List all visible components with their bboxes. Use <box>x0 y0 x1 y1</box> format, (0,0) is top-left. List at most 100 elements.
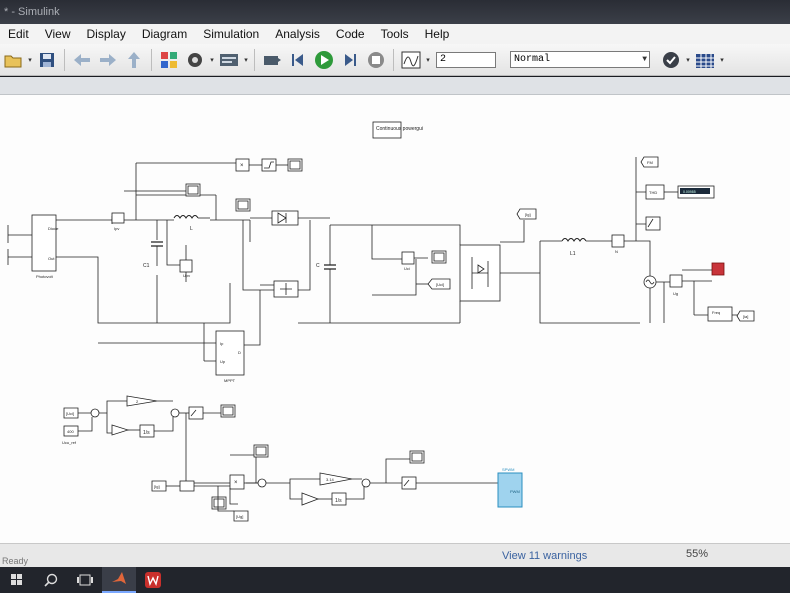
open-icon[interactable] <box>2 49 24 71</box>
menu-tools[interactable]: Tools <box>373 27 417 41</box>
uci-sensor-block[interactable]: Uci <box>401 251 415 271</box>
build-icon[interactable] <box>261 49 283 71</box>
scope-grid-red-block[interactable] <box>711 262 725 276</box>
grid-icon[interactable] <box>694 49 716 71</box>
wps-icon[interactable] <box>136 567 170 593</box>
goto-uci-block[interactable]: [Uci] <box>427 278 451 290</box>
step-forward-icon[interactable] <box>339 49 361 71</box>
thd-block[interactable]: THD <box>645 184 665 200</box>
matlab-icon[interactable] <box>102 567 136 593</box>
powergui-block[interactable]: Continuous powergui <box>372 121 423 139</box>
sum-1-block[interactable] <box>90 408 100 418</box>
search-icon[interactable] <box>34 567 68 593</box>
simulation-mode-select[interactable]: Normal ▼ <box>510 51 650 68</box>
sum-4-block[interactable] <box>361 478 371 488</box>
gain-pll-block[interactable] <box>179 480 195 492</box>
menu-edit[interactable]: Edit <box>0 27 37 41</box>
current-sensor-ig[interactable]: N <box>611 234 625 254</box>
save-icon[interactable] <box>36 49 58 71</box>
stop-icon[interactable] <box>365 49 387 71</box>
warnings-link[interactable]: View 11 warnings <box>502 550 587 562</box>
menu-display[interactable]: Display <box>78 27 133 41</box>
scope-ctrl-2-block[interactable] <box>253 444 269 458</box>
freq-block[interactable]: Freq <box>707 306 733 322</box>
gain-314-block[interactable]: 3.14 <box>319 472 353 486</box>
inverter-bridge-block[interactable] <box>459 244 501 302</box>
capacitor-c1[interactable]: C1 <box>143 241 163 269</box>
igbt-block[interactable] <box>273 280 299 298</box>
menu-help[interactable]: Help <box>417 27 458 41</box>
settings-icon[interactable] <box>184 49 206 71</box>
from-ug-block[interactable]: [Ug] <box>233 510 249 522</box>
model-canvas[interactable]: Continuous powergui Diode Out Photovolt … <box>0 95 790 543</box>
thd-display-block[interactable]: 0.00985 <box>677 185 715 199</box>
menu-code[interactable]: Code <box>328 27 373 41</box>
grid-caret-icon[interactable]: ▾ <box>718 56 726 64</box>
toolbar-separator <box>64 48 65 71</box>
product-block[interactable]: × <box>235 158 250 172</box>
menu-analysis[interactable]: Analysis <box>267 27 328 41</box>
scope-block[interactable] <box>287 158 303 172</box>
integrator-2-block[interactable]: 1/s <box>331 492 347 506</box>
pv-array-block[interactable]: Diode Out Photovolt <box>31 214 59 279</box>
goto-ig-block[interactable]: [Ig] <box>516 208 537 220</box>
sum-3-block[interactable] <box>257 478 267 488</box>
check-caret-icon[interactable]: ▾ <box>684 56 692 64</box>
zoom-level[interactable]: 55% <box>686 548 708 560</box>
capacitor-c[interactable]: C <box>316 263 336 270</box>
from-ig-block[interactable]: [Ig] <box>151 480 167 492</box>
sum-2-block[interactable] <box>170 408 180 418</box>
l1-label: L1 <box>570 251 576 257</box>
step-back-icon[interactable] <box>287 49 309 71</box>
scope-caret-icon[interactable]: ▾ <box>424 56 432 64</box>
check-icon[interactable] <box>660 49 682 71</box>
scope-ctrl-3-block[interactable] <box>211 496 227 510</box>
scope-ctrl-1-block[interactable] <box>220 404 236 418</box>
scope-ctrl-4-block[interactable] <box>409 450 425 464</box>
goto-uci-label: [Uci] <box>436 282 444 287</box>
svg-text:×: × <box>234 480 238 486</box>
saturation-4-block[interactable] <box>401 476 417 490</box>
integrator-1-block[interactable]: 1/s <box>139 424 155 438</box>
gain-2-block[interactable]: 2 <box>126 395 158 407</box>
menu-view[interactable]: View <box>37 27 79 41</box>
forward-icon[interactable] <box>97 49 119 71</box>
open-caret-icon[interactable]: ▾ <box>26 56 34 64</box>
run-icon[interactable] <box>313 49 335 71</box>
status-ready: Ready <box>2 556 29 566</box>
scope-uci-block[interactable] <box>431 250 447 264</box>
constant-400-block[interactable]: 400 Ucu_ref <box>62 425 79 445</box>
from-uci-block[interactable]: [Uci] <box>63 407 79 419</box>
spwm-block[interactable]: SPWM PWM <box>497 467 523 508</box>
model-config-icon[interactable] <box>218 49 240 71</box>
diode-block[interactable] <box>271 210 299 226</box>
ipv-sensor-block[interactable]: Ipv <box>111 212 125 231</box>
start-icon[interactable] <box>0 567 34 593</box>
config-caret-icon[interactable]: ▾ <box>242 56 250 64</box>
goto-ia-block[interactable]: [ia] <box>736 310 755 322</box>
up-icon[interactable] <box>123 49 145 71</box>
inductor-l[interactable]: L <box>173 215 210 233</box>
scope-ipv-block[interactable] <box>185 183 201 197</box>
product-2-block[interactable]: × <box>229 474 245 490</box>
scope-l-block[interactable] <box>235 198 251 212</box>
settings-caret-icon[interactable]: ▾ <box>208 56 216 64</box>
saturation-3-block[interactable] <box>188 406 204 420</box>
voltage-sensor-ug[interactable]: Ug <box>669 274 683 296</box>
gain-ki-block[interactable] <box>111 424 130 436</box>
inductor-l1[interactable]: L1 <box>561 238 587 258</box>
mppt-block[interactable]: Ip Up D MPPT <box>215 330 245 383</box>
task-view-icon[interactable] <box>68 567 102 593</box>
saturation-2-block[interactable] <box>645 216 661 231</box>
menu-simulation[interactable]: Simulation <box>195 27 267 41</box>
library-icon[interactable] <box>158 49 180 71</box>
stop-time-field[interactable]: 2 <box>436 51 496 68</box>
goto-fm-block[interactable]: FM <box>640 156 659 168</box>
window-title: * - Simulink <box>4 6 60 18</box>
back-icon[interactable] <box>71 49 93 71</box>
gain-ki2-block[interactable] <box>301 492 320 506</box>
ac-source-block[interactable] <box>643 275 657 289</box>
saturation-block[interactable] <box>261 158 277 172</box>
scope-icon[interactable] <box>400 49 422 71</box>
menu-diagram[interactable]: Diagram <box>134 27 195 41</box>
